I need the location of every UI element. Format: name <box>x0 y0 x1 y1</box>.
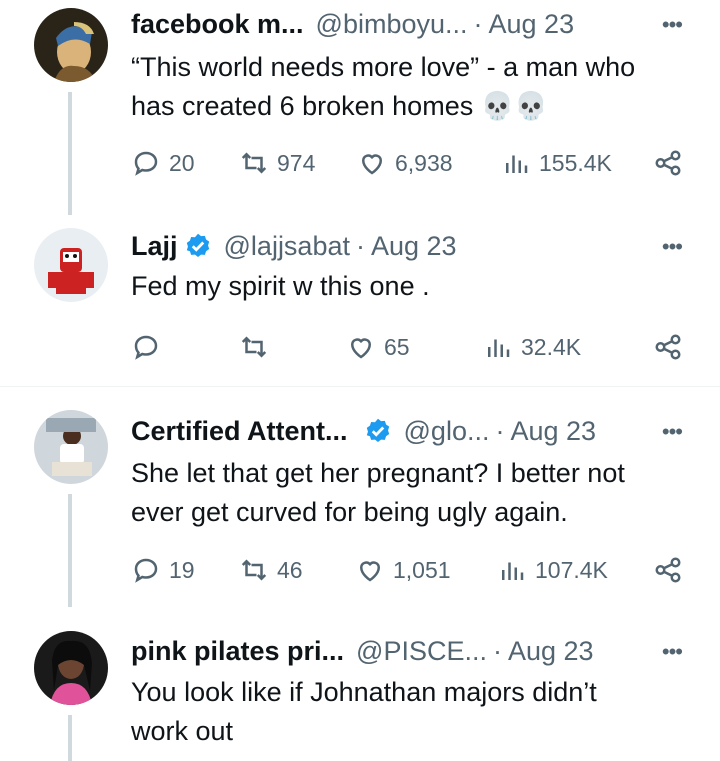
tweet-header: facebook m... @bimboyu... · Aug 23 <box>131 7 574 41</box>
reply-count: 19 <box>169 556 195 583</box>
like-count: 6,938 <box>395 149 453 176</box>
reply-button[interactable]: 20 <box>131 148 195 178</box>
tweet-text-line: has created 6 broken homes 💀💀 <box>131 91 548 121</box>
retweet-icon <box>241 336 267 358</box>
views-icon <box>506 155 528 173</box>
handle[interactable]: @bimboyu... <box>316 9 468 40</box>
share-button[interactable] <box>653 555 691 585</box>
tweet-text-line: “This world needs more love” - a man who <box>131 52 636 82</box>
timestamp[interactable]: Aug 23 <box>371 231 457 262</box>
separator-dot: · <box>493 635 502 666</box>
share-icon <box>655 150 681 176</box>
like-button[interactable]: 65 <box>346 332 410 362</box>
reply-icon <box>134 151 158 176</box>
tweet-header: pink pilates pri... @PISCE... · Aug 23 <box>131 634 594 668</box>
tweet-4[interactable]: pink pilates pri... @PISCE... · Aug 23 •… <box>0 607 720 761</box>
reply-button[interactable]: 19 <box>131 555 195 585</box>
action-bar: 20 974 6,938 155.4K <box>131 148 691 182</box>
reply-button[interactable] <box>131 332 169 362</box>
separator-dot: · <box>495 415 505 446</box>
retweet-icon <box>241 559 267 581</box>
views-icon <box>502 562 524 580</box>
like-button[interactable]: 6,938 <box>357 148 453 178</box>
like-button[interactable]: 1,051 <box>355 555 451 585</box>
avatar[interactable] <box>34 631 108 705</box>
timestamp[interactable]: Aug 23 <box>489 9 575 40</box>
tweet-text-line: ever get curved for being ugly again. <box>131 497 568 527</box>
tweet-text-line: Fed my spirit w this one . <box>131 271 430 301</box>
separator-dot: · <box>356 230 365 261</box>
display-name[interactable]: Lajj <box>131 231 178 262</box>
tweet-text-line: work out <box>131 716 234 746</box>
heart-icon <box>359 561 381 582</box>
tweet-text: She let that get her pregnant? I better … <box>131 454 625 532</box>
verified-badge-icon <box>366 418 389 442</box>
handle[interactable]: @glo... <box>404 416 490 447</box>
tweet-3[interactable]: Certified Attent... @glo... · Aug 23 •••… <box>0 387 720 607</box>
tweet-text: “This world needs more love” - a man who… <box>131 48 635 126</box>
heart-icon <box>361 154 383 175</box>
verified-badge-icon <box>186 233 209 257</box>
separator-dot: · <box>473 8 483 39</box>
handle[interactable]: @lajjsabat <box>224 231 350 262</box>
reply-count: 20 <box>169 149 195 176</box>
timestamp[interactable]: Aug 23 <box>510 416 596 447</box>
retweet-count: 46 <box>277 556 303 583</box>
views-count: 107.4K <box>535 556 608 583</box>
tweet-header: Certified Attent... @glo... · Aug 23 <box>131 414 596 448</box>
share-button[interactable] <box>653 332 691 362</box>
retweet-button[interactable] <box>239 332 277 362</box>
display-name[interactable]: facebook m... <box>131 9 304 40</box>
tweet-text: You look like if Johnathan majors didn’t… <box>131 673 597 751</box>
more-icon[interactable]: ••• <box>662 234 683 260</box>
share-icon <box>655 334 681 360</box>
reply-icon <box>134 335 158 360</box>
thread-line <box>68 494 72 607</box>
tweet-text-line: You look like if Johnathan majors didn’t <box>131 677 597 707</box>
timestamp[interactable]: Aug 23 <box>508 636 594 667</box>
tweet-1[interactable]: facebook m... @bimboyu... · Aug 23 ••• “… <box>0 0 720 215</box>
like-count: 1,051 <box>393 556 451 583</box>
share-button[interactable] <box>653 148 691 178</box>
display-name[interactable]: pink pilates pri... <box>131 636 344 667</box>
reply-icon <box>134 558 158 583</box>
tweet-text: Fed my spirit w this one . <box>131 267 430 306</box>
tweet-text-line: She let that get her pregnant? I better … <box>131 458 625 488</box>
action-bar: 19 46 1,051 107.4K <box>131 555 691 589</box>
heart-icon <box>350 338 372 359</box>
avatar[interactable] <box>34 410 108 484</box>
views-count: 155.4K <box>539 149 612 176</box>
views-count: 32.4K <box>521 333 582 360</box>
views-button[interactable]: 155.4K <box>501 148 612 178</box>
retweet-count: 974 <box>277 149 316 176</box>
avatar[interactable] <box>34 228 108 302</box>
thread-line <box>68 92 72 215</box>
more-icon[interactable]: ••• <box>662 12 683 38</box>
more-icon[interactable]: ••• <box>662 639 683 665</box>
action-bar: 65 32.4K <box>131 332 691 366</box>
like-count: 65 <box>384 333 410 360</box>
tweet-header: Lajj @lajjsabat · Aug 23 <box>131 229 457 263</box>
retweet-button[interactable]: 974 <box>239 148 315 178</box>
avatar[interactable] <box>34 8 108 82</box>
more-icon[interactable]: ••• <box>662 419 683 445</box>
thread-line <box>68 715 72 761</box>
tweet-2[interactable]: Lajj @lajjsabat · Aug 23 ••• Fed my spir… <box>0 215 720 385</box>
retweet-button[interactable]: 46 <box>239 555 303 585</box>
retweet-icon <box>241 152 267 174</box>
views-icon <box>488 339 510 357</box>
share-icon <box>655 557 681 583</box>
handle[interactable]: @PISCE... <box>356 636 487 667</box>
views-button[interactable]: 107.4K <box>497 555 608 585</box>
display-name[interactable]: Certified Attent... <box>131 416 348 447</box>
views-button[interactable]: 32.4K <box>483 332 581 362</box>
